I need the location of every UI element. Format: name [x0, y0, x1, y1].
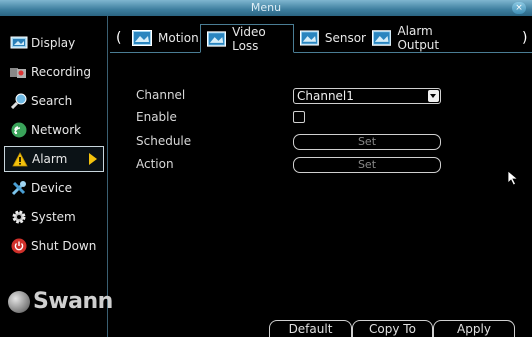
apply-button[interactable]: Apply: [433, 320, 515, 337]
logo-ball-icon: [8, 290, 30, 313]
gear-icon: [10, 208, 28, 226]
device-icon: [10, 179, 28, 197]
chevron-down-icon[interactable]: [428, 90, 439, 102]
sidebar-item-label: Display: [31, 36, 76, 50]
sidebar: Display Recording Search Network Alarm D…: [0, 16, 113, 337]
sidebar-item-label: Shut Down: [31, 239, 97, 253]
tab-label: Video Loss: [232, 24, 266, 53]
mouse-cursor-icon: [507, 170, 519, 186]
tab-label: Alarm Output: [397, 24, 440, 52]
default-button[interactable]: Default: [269, 320, 352, 337]
alarm-icon: [11, 150, 29, 168]
close-button[interactable]: ×: [512, 2, 526, 14]
sidebar-item-label: Recording: [31, 65, 92, 79]
active-arrow-icon: [89, 153, 97, 165]
sidebar-item-device[interactable]: Device: [4, 175, 104, 201]
power-icon: [10, 237, 28, 255]
schedule-label: Schedule: [136, 134, 192, 148]
swann-logo: Swann: [8, 289, 113, 314]
sidebar-item-alarm[interactable]: Alarm: [4, 146, 104, 172]
sidebar-item-system[interactable]: System: [4, 204, 104, 230]
tab-label: Sensor: [324, 31, 366, 45]
logo-text: Swann: [33, 289, 113, 314]
channel-label: Channel: [136, 88, 186, 102]
tab-prev-arrow[interactable]: (: [116, 30, 121, 46]
copy-to-button[interactable]: Copy To: [352, 320, 433, 337]
tab-image-icon: [207, 30, 227, 47]
sidebar-item-shut-down[interactable]: Shut Down: [4, 233, 104, 259]
tab-motion[interactable]: Motion: [126, 24, 200, 52]
tab-sensor[interactable]: Sensor: [294, 24, 366, 52]
sidebar-item-label: Alarm: [32, 152, 68, 166]
tab-label: Motion: [158, 31, 199, 45]
network-icon: [10, 121, 28, 139]
tab-next-arrow[interactable]: ): [522, 30, 527, 46]
sidebar-item-label: Network: [31, 123, 82, 137]
sidebar-item-recording[interactable]: Recording: [4, 59, 104, 85]
tab-bar: ( Motion Video Loss Sensor Alarm Output …: [110, 24, 532, 53]
title-bar: Menu ×: [0, 0, 532, 16]
enable-label: Enable: [136, 110, 177, 124]
display-icon: [10, 34, 28, 52]
tab-image-icon: [372, 30, 392, 46]
schedule-set-button[interactable]: Set: [293, 134, 441, 150]
sidebar-item-network[interactable]: Network: [4, 117, 104, 143]
channel-select[interactable]: Channel1: [293, 88, 441, 104]
search-icon: [10, 92, 28, 110]
sidebar-item-search[interactable]: Search: [4, 88, 104, 114]
action-label: Action: [136, 157, 174, 171]
action-set-button[interactable]: Set: [293, 157, 441, 173]
tab-alarm-output[interactable]: Alarm Output: [366, 24, 476, 52]
sidebar-item-label: System: [31, 210, 76, 224]
tab-video-loss[interactable]: Video Loss: [200, 24, 294, 53]
sidebar-item-label: Device: [31, 181, 73, 195]
recording-icon: [10, 63, 28, 81]
sidebar-item-display[interactable]: Display: [4, 30, 104, 56]
enable-checkbox[interactable]: [293, 111, 305, 123]
tab-image-icon: [300, 30, 319, 46]
channel-value: Channel1: [297, 89, 354, 103]
tab-image-icon: [132, 30, 152, 46]
window-title: Menu: [250, 1, 282, 14]
sidebar-item-label: Search: [31, 94, 73, 108]
